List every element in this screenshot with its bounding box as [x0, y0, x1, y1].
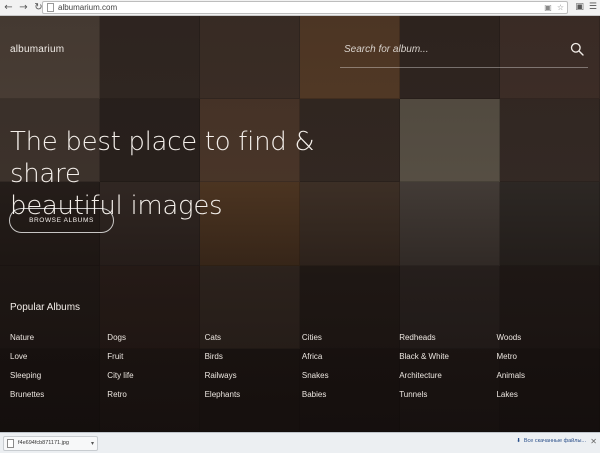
album-link[interactable]: Cats [205, 332, 302, 351]
album-link[interactable]: Elephants [205, 389, 302, 408]
album-link[interactable]: Railways [205, 370, 302, 389]
search-input[interactable] [344, 40, 554, 58]
album-link[interactable]: Lakes [496, 389, 593, 408]
download-icon: ⬇ [516, 438, 521, 444]
album-link[interactable]: Black & White [399, 351, 496, 370]
album-link[interactable]: Babies [302, 389, 399, 408]
album-link[interactable]: Architecture [399, 370, 496, 389]
album-link[interactable]: Animals [496, 370, 593, 389]
page-icon [47, 3, 54, 12]
show-all-downloads-label: Все скачанные файлы... [523, 438, 586, 444]
album-link[interactable]: Retro [107, 389, 204, 408]
extension-icon[interactable]: ▣ [575, 2, 584, 12]
page-action-icon[interactable]: ▣ [544, 3, 552, 12]
bookmark-star-icon[interactable]: ☆ [557, 3, 564, 12]
address-bar[interactable]: albumarium.com ▣ ☆ [42, 1, 568, 14]
album-link[interactable]: Redheads [399, 332, 496, 351]
search-bar [340, 32, 588, 68]
album-link[interactable]: Africa [302, 351, 399, 370]
page-content: albumarium The best place to find & shar… [0, 16, 600, 432]
album-link[interactable]: Tunnels [399, 389, 496, 408]
album-link[interactable]: Woods [496, 332, 593, 351]
album-link[interactable]: Fruit [107, 351, 204, 370]
show-all-downloads-link[interactable]: ⬇ Все скачанные файлы... [516, 438, 586, 444]
album-link[interactable]: Cities [302, 332, 399, 351]
forward-arrow-icon[interactable]: → [17, 1, 30, 15]
file-icon [7, 438, 14, 448]
browser-toolbar: ← → ↻ albumarium.com ▣ ☆ ▣ ☰ [0, 0, 600, 16]
album-link[interactable]: Love [10, 351, 107, 370]
chevron-down-icon[interactable]: ▾ [91, 440, 94, 447]
site-logo[interactable]: albumarium [10, 44, 64, 55]
menu-icon[interactable]: ☰ [589, 2, 597, 12]
download-item[interactable]: f4e694fcb871171.jpg ▾ [3, 435, 98, 451]
album-link[interactable]: Brunettes [10, 389, 107, 408]
album-link[interactable]: Snakes [302, 370, 399, 389]
album-link[interactable]: Dogs [107, 332, 204, 351]
hero-title-line-1: The best place to find & share [10, 127, 315, 189]
download-bar: f4e694fcb871171.jpg ▾ ⬇ Все скачанные фа… [0, 432, 600, 453]
browse-albums-button[interactable]: BROWSE ALBUMS [9, 208, 114, 233]
album-link[interactable]: City life [107, 370, 204, 389]
album-link[interactable]: Nature [10, 332, 107, 351]
album-link[interactable]: Birds [205, 351, 302, 370]
popular-albums-heading: Popular Albums [10, 302, 81, 313]
album-link[interactable]: Metro [496, 351, 593, 370]
url-text: albumarium.com [58, 3, 118, 12]
close-icon[interactable]: ✕ [590, 437, 597, 446]
search-icon[interactable] [570, 42, 584, 56]
popular-albums-grid: Nature Dogs Cats Cities Redheads Woods L… [10, 332, 600, 408]
download-file-name: f4e694fcb871171.jpg [18, 440, 69, 446]
album-link[interactable]: Sleeping [10, 370, 107, 389]
back-arrow-icon[interactable]: ← [2, 1, 15, 15]
